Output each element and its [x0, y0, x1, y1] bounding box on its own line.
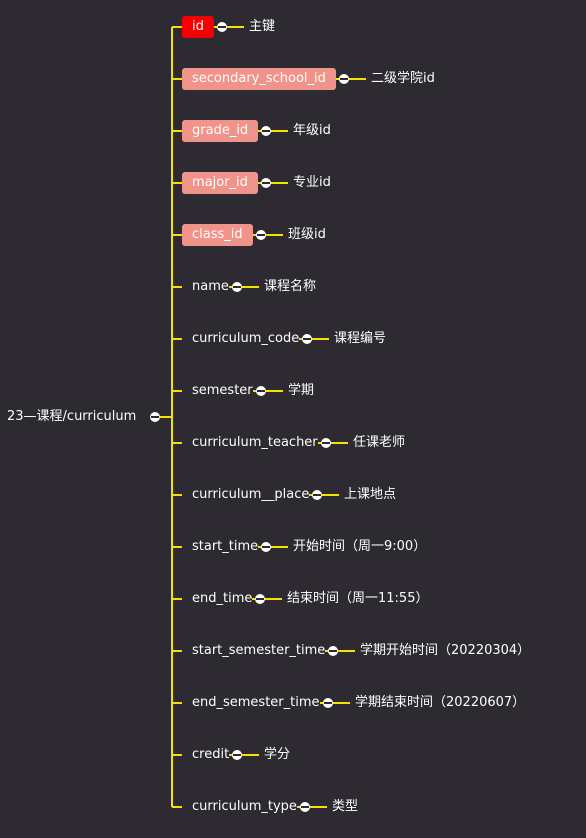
collapse-icon[interactable] [312, 490, 322, 500]
root-collapse-icon[interactable] [150, 412, 160, 422]
collapse-icon[interactable] [321, 438, 331, 448]
field-node-end-semester-time[interactable]: end_semester_time [192, 692, 320, 714]
collapse-icon[interactable] [261, 126, 271, 136]
field-description[interactable]: 课程名称 [264, 277, 316, 297]
field-node-start-time[interactable]: start_time [192, 536, 258, 558]
field-description[interactable]: 学期结束时间（20220607） [355, 693, 525, 713]
field-node-curriculum-teacher[interactable]: curriculum_teacher [192, 432, 318, 454]
collapse-icon[interactable] [261, 542, 271, 552]
field-description[interactable]: 任课老师 [353, 433, 405, 453]
collapse-icon[interactable] [232, 750, 242, 760]
field-description[interactable]: 学期开始时间（20220304） [360, 641, 530, 661]
field-node-curriculum-place[interactable]: curriculum__place [192, 484, 309, 506]
collapse-icon[interactable] [300, 802, 310, 812]
field-description[interactable]: 上课地点 [344, 485, 396, 505]
field-description[interactable]: 结束时间（周一11:55） [287, 589, 428, 609]
collapse-icon[interactable] [256, 230, 266, 240]
field-description[interactable]: 二级学院id [371, 69, 435, 89]
field-description[interactable]: 类型 [332, 797, 358, 817]
field-description[interactable]: 年级id [293, 121, 331, 141]
field-description[interactable]: 学分 [264, 745, 290, 765]
field-description[interactable]: 课程编号 [334, 329, 386, 349]
collapse-icon[interactable] [323, 698, 333, 708]
field-description[interactable]: 班级id [288, 225, 326, 245]
collapse-icon[interactable] [217, 22, 227, 32]
field-description[interactable]: 主键 [249, 17, 275, 37]
collapse-icon[interactable] [339, 74, 349, 84]
field-node-semester[interactable]: semester [192, 380, 253, 402]
field-node-curriculum-type[interactable]: curriculum_type [192, 796, 297, 818]
field-node-curriculum-code[interactable]: curriculum_code [192, 328, 299, 350]
field-node-id[interactable]: id [182, 16, 214, 38]
root-node-label[interactable]: 23—课程/curriculum [7, 407, 136, 427]
collapse-icon[interactable] [302, 334, 312, 344]
field-node-secondary-school-id[interactable]: secondary_school_id [182, 68, 336, 90]
field-node-major-id[interactable]: major_id [182, 172, 258, 194]
field-description[interactable]: 学期 [288, 381, 314, 401]
collapse-icon[interactable] [328, 646, 338, 656]
collapse-icon[interactable] [261, 178, 271, 188]
collapse-icon[interactable] [232, 282, 242, 292]
field-node-class-id[interactable]: class_id [182, 224, 253, 246]
field-node-name[interactable]: name [192, 276, 229, 298]
field-node-credit[interactable]: credit [192, 744, 229, 766]
field-node-end-time[interactable]: end_time [192, 588, 252, 610]
field-description[interactable]: 开始时间（周一9:00） [293, 537, 426, 557]
collapse-icon[interactable] [256, 386, 266, 396]
field-node-start-semester-time[interactable]: start_semester_time [192, 640, 325, 662]
field-description[interactable]: 专业id [293, 173, 331, 193]
collapse-icon[interactable] [255, 594, 265, 604]
field-node-grade-id[interactable]: grade_id [182, 120, 259, 142]
